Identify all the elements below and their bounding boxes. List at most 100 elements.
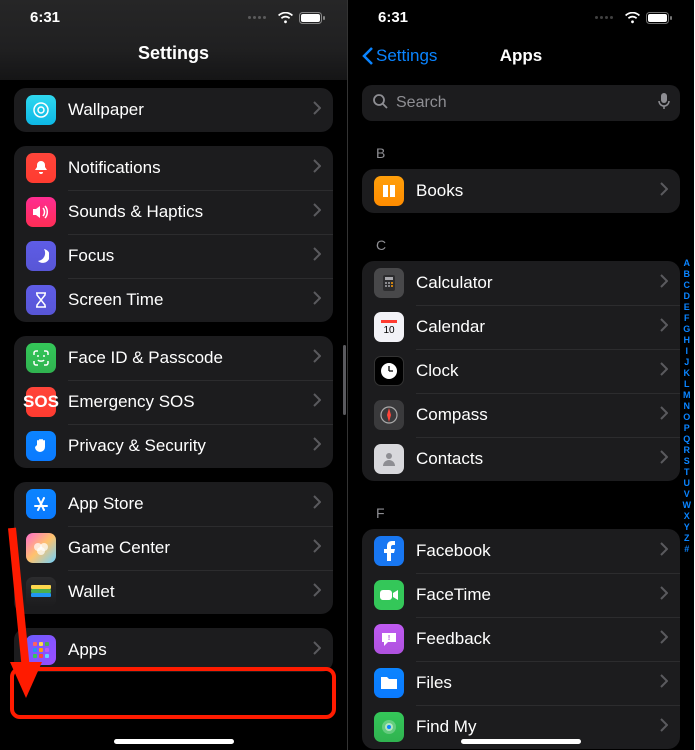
- back-label: Settings: [376, 46, 437, 66]
- row-label: Files: [416, 673, 660, 693]
- group-c: Calculator 10 Calendar Clock: [362, 261, 680, 481]
- row-faceid[interactable]: Face ID & Passcode: [14, 336, 333, 380]
- row-calendar[interactable]: 10 Calendar: [362, 305, 680, 349]
- index-letter[interactable]: Z: [683, 533, 692, 544]
- index-letter[interactable]: G: [683, 324, 692, 335]
- index-letter[interactable]: I: [683, 346, 692, 357]
- row-label: Notifications: [68, 158, 313, 178]
- index-letter[interactable]: X: [683, 511, 692, 522]
- row-facetime[interactable]: FaceTime: [362, 573, 680, 617]
- index-letter[interactable]: R: [683, 445, 692, 456]
- index-letter[interactable]: B: [683, 269, 692, 280]
- row-sos[interactable]: SOS Emergency SOS: [14, 380, 333, 424]
- index-letter[interactable]: #: [683, 544, 692, 555]
- index-letter[interactable]: L: [683, 379, 692, 390]
- row-label: Privacy & Security: [68, 436, 313, 456]
- index-letter[interactable]: D: [683, 291, 692, 302]
- home-indicator[interactable]: [114, 739, 234, 744]
- sos-icon: SOS: [26, 387, 56, 417]
- facebook-icon: [374, 536, 404, 566]
- status-bar: 6:31: [348, 0, 694, 32]
- row-label: Feedback: [416, 629, 660, 649]
- settings-content[interactable]: Wallpaper Notifications Sounds & Haptics: [0, 88, 347, 672]
- index-letter[interactable]: A: [683, 258, 692, 269]
- index-letter[interactable]: E: [683, 302, 692, 313]
- row-label: Apps: [68, 640, 313, 660]
- row-feedback[interactable]: ! Feedback: [362, 617, 680, 661]
- group-b: Books: [362, 169, 680, 213]
- facetime-icon: [374, 580, 404, 610]
- index-letter[interactable]: K: [683, 368, 692, 379]
- files-icon: [374, 668, 404, 698]
- bell-icon: [26, 153, 56, 183]
- row-calculator[interactable]: Calculator: [362, 261, 680, 305]
- mic-icon[interactable]: [658, 92, 670, 115]
- findmy-icon: [374, 712, 404, 742]
- status-icons: [595, 12, 672, 24]
- row-gamecenter[interactable]: Game Center: [14, 526, 333, 570]
- index-letter[interactable]: N: [683, 401, 692, 412]
- row-files[interactable]: Files: [362, 661, 680, 705]
- index-letter[interactable]: Q: [683, 434, 692, 445]
- row-notifications[interactable]: Notifications: [14, 146, 333, 190]
- row-label: Compass: [416, 405, 660, 425]
- index-letter[interactable]: V: [683, 489, 692, 500]
- calendar-icon: 10: [374, 312, 404, 342]
- search-field[interactable]: [362, 85, 680, 121]
- apps-content[interactable]: B Books C Calculator 10: [348, 0, 694, 749]
- contacts-icon: [374, 444, 404, 474]
- index-letter[interactable]: O: [683, 412, 692, 423]
- row-label: Sounds & Haptics: [68, 202, 313, 222]
- chevron-right-icon: [660, 182, 668, 201]
- home-indicator[interactable]: [461, 739, 581, 744]
- index-letter[interactable]: S: [683, 456, 692, 467]
- cellular-dots-icon: [248, 16, 266, 19]
- wifi-icon: [277, 12, 294, 24]
- row-focus[interactable]: Focus: [14, 234, 333, 278]
- moon-icon: [26, 241, 56, 271]
- row-label: Wallet: [68, 582, 313, 602]
- appstore-icon: [26, 489, 56, 519]
- chevron-right-icon: [313, 437, 321, 456]
- row-clock[interactable]: Clock: [362, 349, 680, 393]
- speaker-icon: [26, 197, 56, 227]
- row-appstore[interactable]: App Store: [14, 482, 333, 526]
- index-letter[interactable]: Y: [683, 522, 692, 533]
- row-compass[interactable]: Compass: [362, 393, 680, 437]
- row-wallet[interactable]: Wallet: [14, 570, 333, 614]
- page-title: Settings: [138, 43, 209, 64]
- index-letter[interactable]: W: [683, 500, 692, 511]
- chevron-right-icon: [660, 542, 668, 561]
- index-letter[interactable]: U: [683, 478, 692, 489]
- compass-icon: [374, 400, 404, 430]
- group-security: Face ID & Passcode SOS Emergency SOS Pri…: [14, 336, 333, 468]
- section-header-b: B: [376, 145, 666, 161]
- status-icons: [248, 12, 325, 24]
- group-notifications: Notifications Sounds & Haptics Focus: [14, 146, 333, 322]
- index-letter[interactable]: J: [683, 357, 692, 368]
- index-letter[interactable]: M: [683, 390, 692, 401]
- row-wallpaper[interactable]: Wallpaper: [14, 88, 333, 132]
- index-letter[interactable]: F: [683, 313, 692, 324]
- row-label: Screen Time: [68, 290, 313, 310]
- scrollbar-thumb[interactable]: [343, 345, 346, 415]
- chevron-right-icon: [313, 495, 321, 514]
- index-letter[interactable]: C: [683, 280, 692, 291]
- index-letter[interactable]: H: [683, 335, 692, 346]
- chevron-right-icon: [660, 630, 668, 649]
- books-icon: [374, 176, 404, 206]
- row-apps[interactable]: Apps: [14, 628, 333, 672]
- row-facebook[interactable]: Facebook: [362, 529, 680, 573]
- row-books[interactable]: Books: [362, 169, 680, 213]
- alphabet-index[interactable]: ABCDEFGHIJKLMNOPQRSTUVWXYZ#: [683, 258, 692, 555]
- search-input[interactable]: [396, 94, 650, 112]
- row-privacy[interactable]: Privacy & Security: [14, 424, 333, 468]
- back-button[interactable]: Settings: [362, 46, 437, 66]
- gamecenter-icon: [26, 533, 56, 563]
- row-sounds[interactable]: Sounds & Haptics: [14, 190, 333, 234]
- row-label: Find My: [416, 717, 660, 737]
- row-contacts[interactable]: Contacts: [362, 437, 680, 481]
- index-letter[interactable]: T: [683, 467, 692, 478]
- index-letter[interactable]: P: [683, 423, 692, 434]
- row-screentime[interactable]: Screen Time: [14, 278, 333, 322]
